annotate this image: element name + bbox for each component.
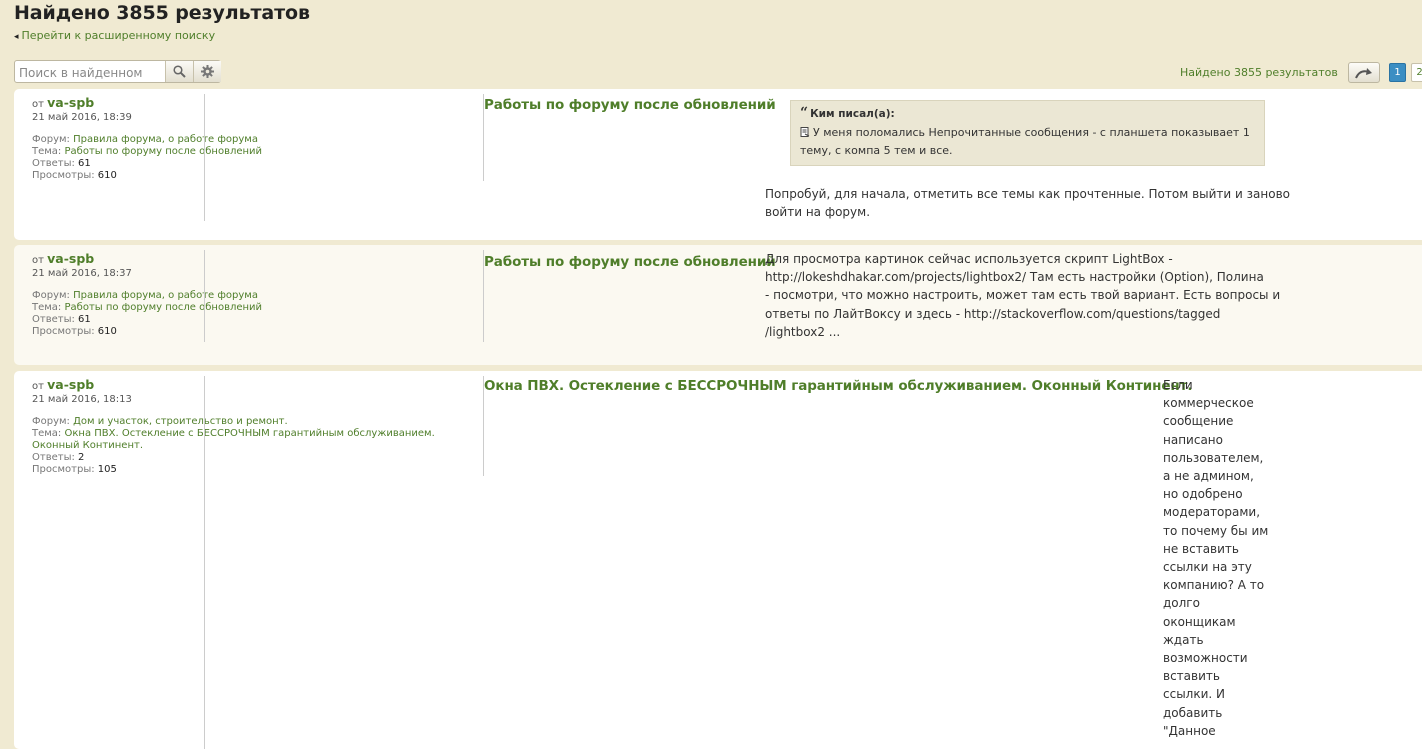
body-line: ответы по ЛайтВоксу и здесь - http://sta… [765, 306, 1221, 321]
advanced-search-link[interactable]: ◂ Перейти к расширенному поиску [14, 29, 215, 42]
replies-label: Ответы: [32, 452, 75, 463]
search-result-post: от va-spb 21 май 2016, 18:13 Форум: Дом … [14, 371, 1422, 749]
body-line: долго [1163, 596, 1200, 611]
from-label: от [32, 99, 44, 110]
post-body: Если коммерческое сообщение написано пол… [1163, 376, 1268, 740]
page-1-button[interactable]: 1 [1389, 63, 1406, 82]
body-line: вставить [1163, 669, 1220, 684]
views-count: 105 [97, 464, 117, 475]
views-count: 610 [97, 170, 117, 181]
quote-block: “Ким писал(а): У меня поломались Непрочи… [790, 100, 1265, 166]
topic-link[interactable]: Работы по форуму после обновлений [65, 146, 263, 157]
forum-link[interactable]: Правила форума, о работе форума [73, 134, 258, 145]
magnifier-icon [173, 65, 186, 78]
body-line: пользователем, [1163, 450, 1264, 465]
search-within-results [14, 60, 221, 83]
quote-marks-icon: “ [800, 105, 809, 121]
divider [204, 250, 205, 342]
body-line: то почему бы им [1163, 523, 1269, 538]
advanced-search-label: Перейти к расширенному поиску [21, 29, 216, 42]
post-meta: от va-spb 21 май 2016, 18:37 Форум: Прав… [32, 251, 492, 338]
body-line: http://lokeshdhakar.com/projects/lightbo… [765, 270, 1264, 285]
search-result-post: от va-spb 21 май 2016, 18:37 Форум: Прав… [14, 245, 1422, 365]
body-line: Попробуй, для начала, отметить все темы … [765, 187, 1290, 201]
body-line: ссылки на эту [1163, 560, 1252, 575]
topic-link[interactable]: Окна ПВХ. Остекление с БЕССРОЧНЫМ гарант… [65, 428, 435, 439]
post-meta: от va-spb 21 май 2016, 18:39 Форум: Прав… [32, 95, 492, 182]
body-line: Если [1163, 378, 1193, 392]
post-body: Попробуй, для начала, отметить все темы … [765, 185, 1290, 221]
document-icon[interactable] [800, 126, 810, 137]
body-line: добавить [1163, 705, 1223, 720]
topic-link[interactable]: Работы по форуму после обновлений [65, 302, 263, 313]
post-date: 21 май 2016, 18:39 [32, 112, 132, 123]
author-link[interactable]: va-spb [47, 377, 94, 392]
curved-arrow-icon [1355, 67, 1372, 78]
results-count: Найдено 3855 результатов [1180, 66, 1338, 79]
forum-link[interactable]: Дом и участок, строительство и ремонт. [73, 416, 288, 427]
from-label: от [32, 381, 44, 392]
replies-label: Ответы: [32, 158, 75, 169]
body-line: войти на форум. [765, 205, 871, 220]
post-date: 21 май 2016, 18:37 [32, 268, 132, 279]
body-line: модераторами, [1163, 505, 1261, 520]
body-line: сообщение [1163, 414, 1234, 429]
body-line: не вставить [1163, 541, 1239, 556]
body-line: компанию? А то [1163, 578, 1265, 593]
body-line: - посмотри, что можно настроить, может т… [765, 288, 1281, 303]
topic-label: Тема: [32, 302, 62, 313]
forum-label: Форум: [32, 134, 70, 145]
post-title-link[interactable]: Окна ПВХ. Остекление с БЕССРОЧНЫМ гарант… [484, 378, 1192, 394]
topic-label: Тема: [32, 428, 62, 439]
topic-label: Тема: [32, 146, 62, 157]
post-meta: от va-spb 21 май 2016, 18:13 Форум: Дом … [32, 377, 492, 476]
replies-count: 61 [78, 158, 91, 169]
body-line: написано [1163, 432, 1223, 447]
post-title-link[interactable]: Работы по форуму после обновлений [484, 97, 776, 113]
author-link[interactable]: va-spb [47, 251, 94, 266]
gear-icon [201, 65, 214, 78]
divider [204, 94, 205, 221]
forum-label: Форум: [32, 290, 70, 301]
author-link[interactable]: va-spb [47, 95, 94, 110]
body-line: возможности [1163, 651, 1248, 666]
advanced-settings-button[interactable] [193, 61, 221, 82]
page-2-button[interactable]: 2 [1411, 63, 1422, 82]
views-count: 610 [97, 326, 117, 337]
jump-to-page-button[interactable] [1348, 62, 1380, 83]
post-date: 21 май 2016, 18:13 [32, 394, 132, 405]
forum-link[interactable]: Правила форума, о работе форума [73, 290, 258, 301]
body-line: оконщикам [1163, 614, 1236, 629]
replies-count: 2 [78, 452, 85, 463]
post-body: Для просмотра картинок сейчас использует… [765, 250, 1280, 341]
search-input[interactable] [15, 61, 165, 82]
body-line: /lightbox2 ... [765, 324, 841, 339]
search-button[interactable] [165, 61, 193, 82]
chevron-left-icon: ◂ [14, 32, 19, 42]
quote-text-line: У меня поломались Непрочитанные сообщени… [813, 125, 1250, 139]
quote-author: Ким писал(а): [810, 108, 895, 120]
quote-text-line: тему, с компа 5 тем и все. [800, 144, 953, 157]
views-label: Просмотры: [32, 170, 95, 181]
replies-label: Ответы: [32, 314, 75, 325]
post-title-link[interactable]: Работы по форуму после обновлений [484, 254, 776, 270]
body-line: Для просмотра картинок сейчас использует… [765, 252, 1173, 266]
forum-label: Форум: [32, 416, 70, 427]
topic-link-continued[interactable]: Оконный Континент. [32, 440, 143, 451]
body-line: но одобрено [1163, 487, 1243, 502]
views-label: Просмотры: [32, 464, 95, 475]
replies-count: 61 [78, 314, 91, 325]
from-label: от [32, 255, 44, 266]
page-title: Найдено 3855 результатов [14, 2, 310, 24]
body-line: коммерческое [1163, 396, 1254, 411]
body-line: ждать [1163, 632, 1204, 647]
divider [204, 376, 205, 749]
search-result-post: от va-spb 21 май 2016, 18:39 Форум: Прав… [14, 89, 1422, 240]
body-line: а не админом, [1163, 469, 1254, 484]
views-label: Просмотры: [32, 326, 95, 337]
body-line: ссылки. И [1163, 687, 1225, 702]
body-line: "Данное [1163, 723, 1216, 738]
